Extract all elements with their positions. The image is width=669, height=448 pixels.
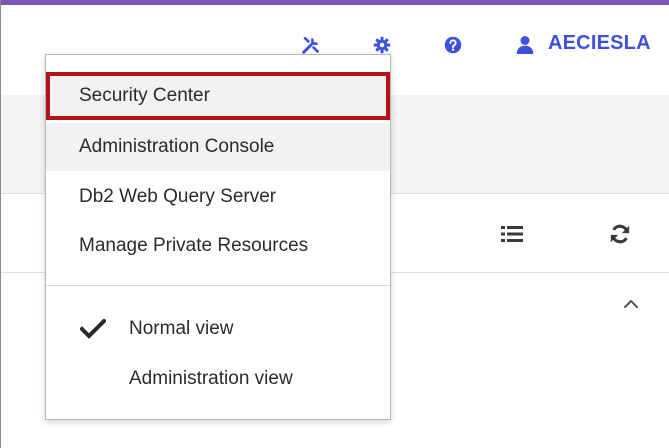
menu-item-security-center[interactable]: Security Center [46,72,390,120]
checkmark-icon [80,319,106,339]
menu-item-label: Db2 Web Query Server [79,186,277,207]
user-name-label[interactable]: AECIESLA [548,32,651,55]
menu-item-normal-view[interactable]: Normal view [46,305,390,353]
menu-separator [46,285,390,286]
menu-item-administration-view[interactable]: Administration view [46,355,390,403]
user-icon[interactable] [513,33,537,57]
chevron-up-icon[interactable] [617,290,645,318]
menu-item-label: Administration Console [79,136,275,157]
refresh-icon[interactable] [606,220,634,248]
list-icon[interactable] [498,220,526,248]
admin-dropdown-menu: Security Center Administration Console D… [45,54,391,420]
view-item-label: Administration view [129,368,293,389]
menu-item-db2-web-query-server[interactable]: Db2 Web Query Server [46,173,390,221]
help-icon[interactable] [441,33,465,57]
app-window: AECIESLA Security Center Administration … [0,0,669,448]
menu-item-label: Manage Private Resources [79,235,309,256]
menu-item-label: Security Center [79,85,210,106]
view-item-label: Normal view [129,318,234,339]
menu-item-administration-console[interactable]: Administration Console [46,123,390,171]
menu-item-manage-private-resources[interactable]: Manage Private Resources [46,222,390,270]
